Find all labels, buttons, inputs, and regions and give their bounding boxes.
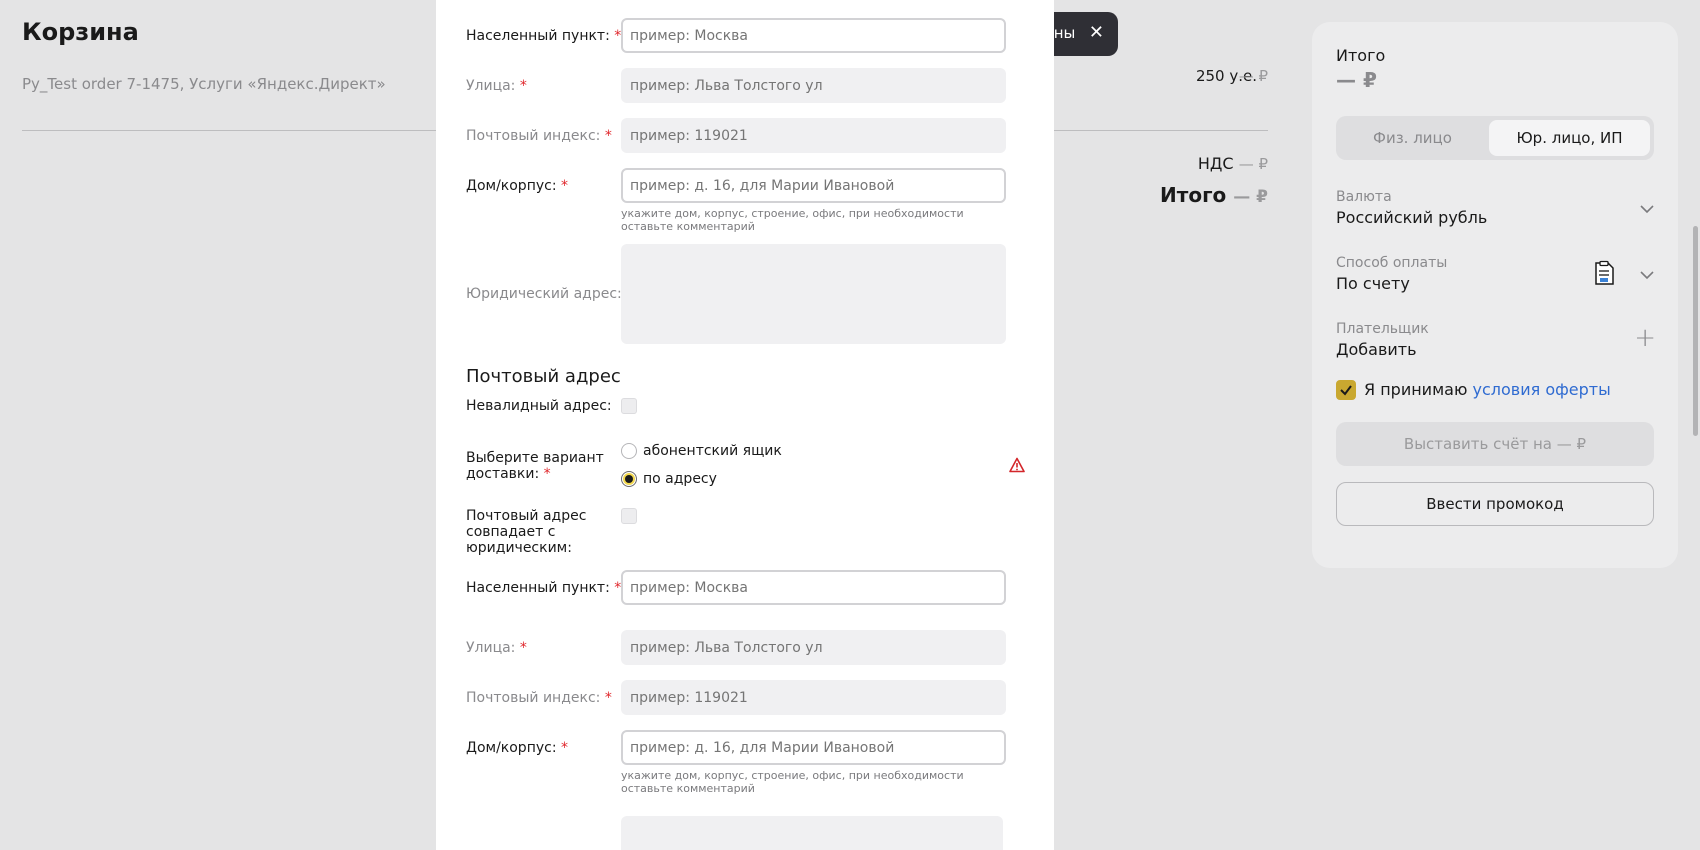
payer-label: Плательщик: [1336, 321, 1429, 337]
offer-accept-label: Я принимаю: [1364, 380, 1473, 399]
legal-house-label: Дом/корпус: *: [466, 178, 568, 194]
tab-legal-entity[interactable]: Юр. лицо, ИП: [1489, 120, 1650, 156]
delivery-option-label: Выберите вариант доставки: *: [466, 450, 604, 482]
plus-icon[interactable]: +: [1634, 323, 1656, 353]
offer-terms-link[interactable]: условия оферты: [1473, 380, 1611, 399]
postal-section-title: Почтовый адрес: [466, 366, 621, 387]
legal-address-label: Юридический адрес:: [466, 286, 622, 302]
total-value: — ₽: [1233, 187, 1268, 207]
total-label: Итого: [1160, 183, 1227, 207]
postal-zip-label: Почтовый индекс: *: [466, 690, 612, 706]
page-scrollbar[interactable]: [1693, 226, 1698, 436]
postal-house-input[interactable]: [621, 730, 1006, 765]
chevron-down-icon[interactable]: [1640, 202, 1654, 216]
same-as-legal-label: Почтовый адрес совпадает с юридическим:: [466, 508, 587, 556]
vat-label: НДС: [1197, 154, 1234, 173]
delivery-po-box-radio[interactable]: [621, 443, 637, 459]
invoice-document-icon: [1595, 260, 1614, 285]
legal-city-label: Населенный пункт: *: [466, 28, 622, 44]
postal-city-input[interactable]: [621, 570, 1006, 605]
legal-zip-input[interactable]: [621, 118, 1006, 153]
legal-address-textarea[interactable]: [621, 244, 1006, 344]
legal-zip-label: Почтовый индекс: *: [466, 128, 612, 144]
legal-street-input[interactable]: [621, 68, 1006, 103]
currency-label: Валюта: [1336, 189, 1392, 205]
postal-street-label: Улица: *: [466, 640, 527, 656]
checkmark-icon: [1340, 385, 1352, 396]
order-amount-rub: — ₽: [1238, 67, 1268, 85]
close-icon[interactable]: ✕: [1089, 22, 1104, 43]
summary-card: Итого — ₽ Физ. лицо Юр. лицо, ИП Валюта …: [1312, 22, 1678, 568]
invalid-address-checkbox[interactable]: [621, 398, 637, 414]
postal-house-label: Дом/корпус: *: [466, 740, 568, 756]
payment-method-label: Способ оплаты: [1336, 255, 1448, 271]
postal-house-hint: укажите дом, корпус, строение, офис, при…: [621, 769, 964, 795]
address-form-modal: Населенный пункт: * Улица: * Почтовый ин…: [436, 0, 1054, 850]
delivery-by-address-radio[interactable]: [621, 471, 637, 487]
total-line: Итого — ₽: [1160, 183, 1268, 207]
legal-house-input[interactable]: [621, 168, 1006, 203]
legal-city-input[interactable]: [621, 18, 1006, 53]
same-as-legal-checkbox[interactable]: [621, 508, 637, 524]
tab-individual[interactable]: Физ. лицо: [1340, 120, 1485, 156]
chevron-down-icon[interactable]: [1640, 268, 1654, 282]
page-title: Корзина: [22, 18, 139, 46]
summary-total-value: — ₽: [1336, 68, 1377, 92]
legal-street-label: Улица: *: [466, 78, 527, 94]
currency-select[interactable]: Российский рубль: [1336, 208, 1487, 227]
summary-total-label: Итого: [1336, 46, 1386, 65]
legal-house-hint: укажите дом, корпус, строение, офис, при…: [621, 207, 964, 233]
postal-zip-input[interactable]: [621, 680, 1006, 715]
vat-value: — ₽: [1238, 155, 1268, 173]
offer-accept-text: Я принимаю условия оферты: [1364, 380, 1611, 399]
postal-address-textarea[interactable]: [621, 816, 1003, 850]
postal-street-input[interactable]: [621, 630, 1006, 665]
payer-add[interactable]: Добавить: [1336, 340, 1417, 359]
offer-checkbox[interactable]: [1336, 380, 1356, 400]
issue-invoice-button[interactable]: Выставить счёт на — ₽: [1336, 422, 1654, 466]
order-line: Py_Test order 7-1475, Услуги «Яндекс.Дир…: [22, 75, 386, 93]
enter-promo-button[interactable]: Ввести промокод: [1336, 482, 1654, 526]
postal-city-label: Населенный пункт: *: [466, 580, 622, 596]
person-type-switch: Физ. лицо Юр. лицо, ИП: [1336, 116, 1654, 160]
delivery-by-address-label[interactable]: по адресу: [643, 471, 717, 487]
invalid-address-label: Невалидный адрес:: [466, 398, 612, 414]
delivery-po-box-label[interactable]: абонентский ящик: [643, 443, 782, 459]
warning-icon: [1009, 457, 1025, 473]
vat-line: НДС — ₽: [1198, 154, 1268, 173]
payment-method-select[interactable]: По счету: [1336, 274, 1410, 293]
